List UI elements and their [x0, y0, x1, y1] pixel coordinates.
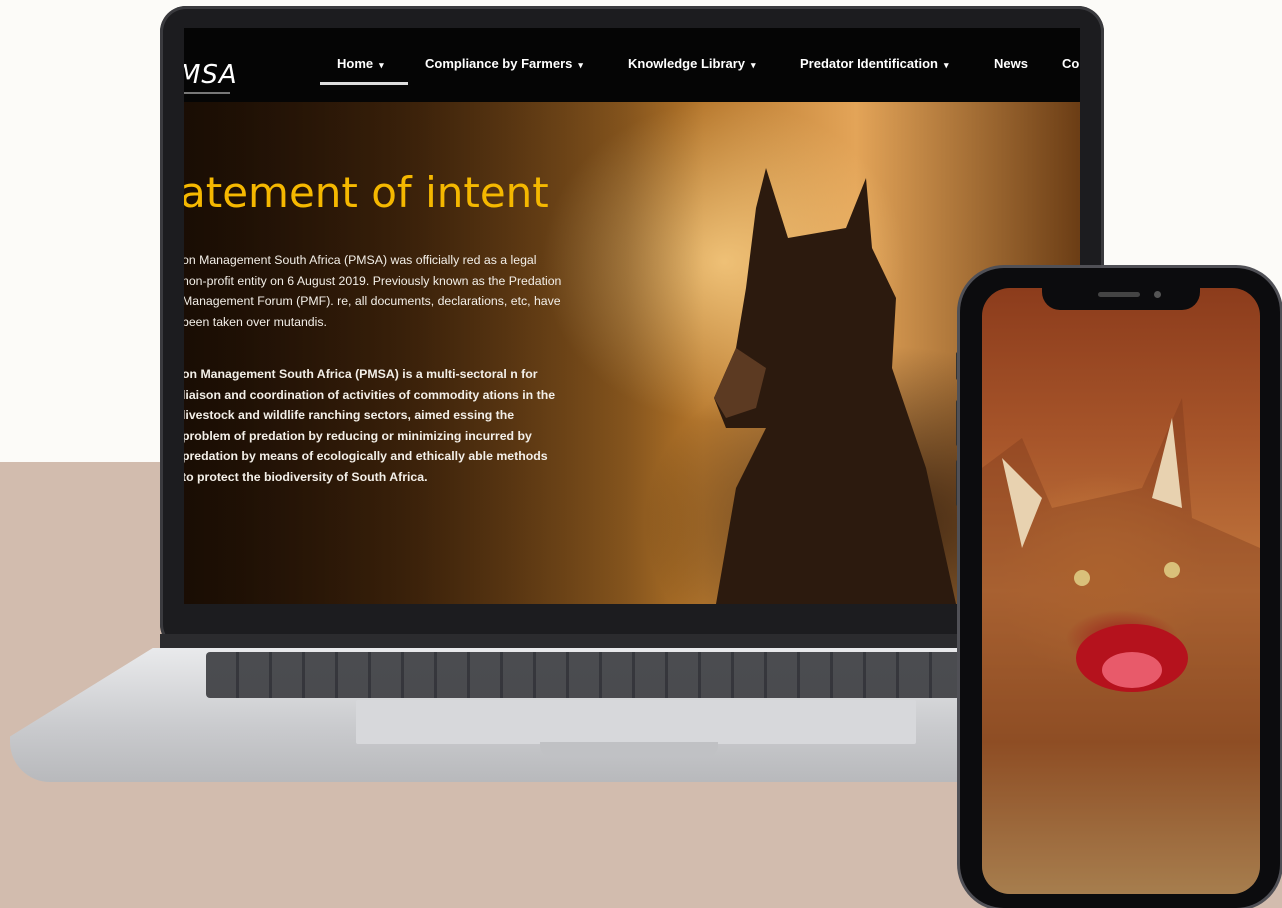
laptop-front-notch: [540, 742, 718, 756]
nav-active-indicator: [320, 82, 408, 85]
nav-contact[interactable]: Co: [1062, 56, 1079, 71]
chevron-down-icon: ▾: [943, 60, 949, 70]
nav-home-label: Home: [337, 56, 374, 71]
phone-notch: [1042, 284, 1200, 310]
nav-news-label: News: [994, 56, 1028, 71]
nav-predator-identification[interactable]: Predator Identification ▾: [800, 56, 949, 71]
site-logo[interactable]: MSA: [184, 60, 238, 90]
snarling-caracal-image: [982, 398, 1260, 894]
nav-predator-label: Predator Identification: [800, 56, 938, 71]
nav-knowledge-library[interactable]: Knowledge Library ▾: [628, 56, 756, 71]
laptop-keyboard: [206, 652, 1026, 698]
site-navbar: MSA Home ▾ Compliance by Farmers ▾ Knowled…: [184, 28, 1080, 102]
nav-contact-label: Co: [1062, 56, 1080, 71]
laptop-trackpad: [356, 700, 916, 744]
laptop-screen: MSA Home ▾ Compliance by Farmers ▾ Knowled…: [184, 28, 1080, 604]
hero-title: atement of intent: [184, 168, 549, 217]
caracal-silhouette: [714, 168, 956, 604]
nav-compliance-label: Compliance by Farmers: [425, 56, 573, 71]
nav-compliance[interactable]: Compliance by Farmers ▾: [425, 56, 583, 71]
chevron-down-icon: ▾: [751, 60, 756, 70]
logo-tagline: [184, 92, 230, 94]
phone-speaker: [1098, 292, 1140, 297]
nav-home[interactable]: Home ▾: [337, 56, 384, 71]
hero-paragraph-mission: on Management South Africa (PMSA) is a m…: [184, 367, 556, 484]
phone-screen: [982, 288, 1260, 894]
hero-paragraph-intro: on Management South Africa (PMSA) was of…: [184, 253, 562, 329]
camera-icon: [1154, 291, 1161, 298]
nav-knowledge-label: Knowledge Library: [628, 56, 746, 71]
chevron-down-icon: ▾: [578, 60, 583, 70]
nav-news[interactable]: News: [994, 56, 1028, 71]
chevron-down-icon: ▾: [379, 60, 384, 70]
